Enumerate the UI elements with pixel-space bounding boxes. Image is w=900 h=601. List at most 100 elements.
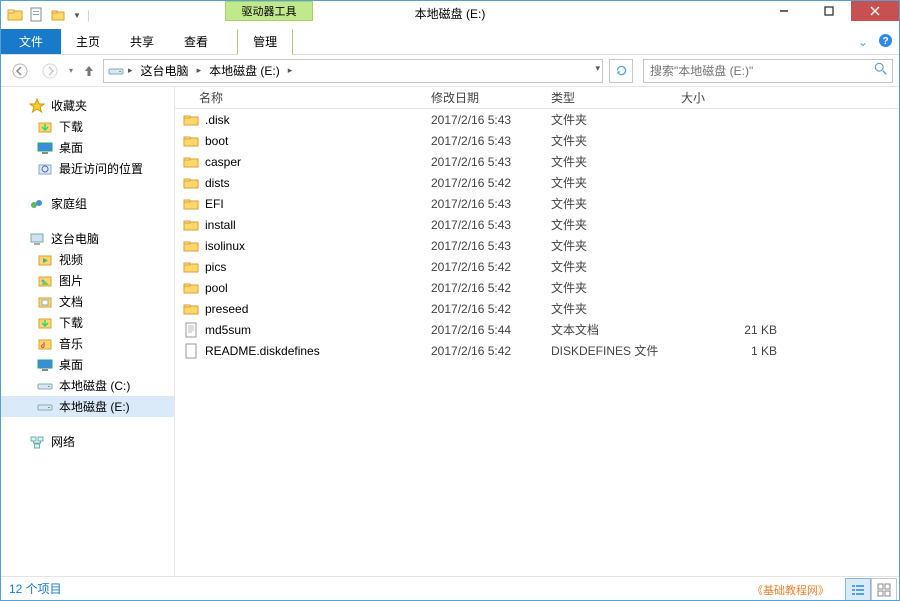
file-row[interactable]: casper2017/2/16 5:43文件夹 bbox=[175, 151, 899, 172]
recent-icon bbox=[37, 161, 53, 177]
star-icon bbox=[29, 98, 45, 114]
tree-desktop[interactable]: 桌面 bbox=[1, 137, 174, 158]
tree-music[interactable]: 音乐 bbox=[1, 333, 174, 354]
tree-favorites[interactable]: 收藏夹 bbox=[1, 95, 174, 116]
tree-documents[interactable]: 文档 bbox=[1, 291, 174, 312]
statusbar: 12 个项目 《基础教程网》 bbox=[1, 576, 899, 600]
file-name: .disk bbox=[205, 113, 230, 127]
file-row[interactable]: install2017/2/16 5:43文件夹 bbox=[175, 214, 899, 235]
expand-ribbon-icon[interactable]: ⌄ bbox=[858, 35, 868, 49]
file-row[interactable]: md5sum2017/2/16 5:44文本文档21 KB bbox=[175, 319, 899, 340]
properties-icon[interactable] bbox=[29, 7, 45, 23]
network-icon bbox=[29, 434, 45, 450]
file-type: 文件夹 bbox=[551, 111, 681, 128]
column-headers[interactable]: 名称 修改日期 类型 大小 bbox=[175, 87, 899, 109]
tab-manage[interactable]: 管理 bbox=[237, 29, 293, 55]
explorer-window: ▼ | 驱动器工具 本地磁盘 (E:) 文件 主页 共享 查看 管理 ⌄ ? ▾ bbox=[0, 0, 900, 601]
search-box[interactable] bbox=[643, 59, 893, 83]
file-name: EFI bbox=[205, 197, 224, 211]
tree-label: 家庭组 bbox=[51, 195, 87, 212]
desktop-icon bbox=[37, 357, 53, 373]
file-row[interactable]: dists2017/2/16 5:42文件夹 bbox=[175, 172, 899, 193]
file-icon bbox=[183, 322, 199, 338]
tree-downloads[interactable]: 下载 bbox=[1, 116, 174, 137]
file-name: pool bbox=[205, 281, 228, 295]
minimize-button[interactable] bbox=[761, 1, 806, 21]
tab-share[interactable]: 共享 bbox=[115, 29, 169, 54]
col-name[interactable]: 名称 bbox=[183, 89, 431, 106]
file-row[interactable]: pool2017/2/16 5:42文件夹 bbox=[175, 277, 899, 298]
tab-file[interactable]: 文件 bbox=[1, 29, 61, 54]
chevron-right-icon[interactable]: ▸ bbox=[195, 65, 204, 76]
file-type: DISKDEFINES 文件 bbox=[551, 342, 681, 359]
chevron-right-icon[interactable]: ▸ bbox=[286, 65, 295, 76]
file-row[interactable]: EFI2017/2/16 5:43文件夹 bbox=[175, 193, 899, 214]
tree-homegroup[interactable]: 家庭组 bbox=[1, 193, 174, 214]
col-date[interactable]: 修改日期 bbox=[431, 89, 551, 106]
tree-pictures[interactable]: 图片 bbox=[1, 270, 174, 291]
forward-button[interactable] bbox=[37, 58, 63, 84]
file-date: 2017/2/16 5:43 bbox=[431, 155, 551, 169]
tree-recent[interactable]: 最近访问的位置 bbox=[1, 158, 174, 179]
folder-icon bbox=[183, 154, 199, 170]
back-button[interactable] bbox=[7, 58, 33, 84]
file-row[interactable]: isolinux2017/2/16 5:43文件夹 bbox=[175, 235, 899, 256]
nav-tree[interactable]: 收藏夹 下载 桌面 最近访问的位置 bbox=[1, 87, 175, 576]
breadcrumb-dropdown-icon[interactable]: ▾ bbox=[595, 63, 600, 74]
help-icon[interactable]: ? bbox=[878, 33, 893, 51]
file-row[interactable]: boot2017/2/16 5:43文件夹 bbox=[175, 130, 899, 151]
file-row[interactable]: pics2017/2/16 5:42文件夹 bbox=[175, 256, 899, 277]
col-type[interactable]: 类型 bbox=[551, 89, 681, 106]
titlebar: ▼ | 驱动器工具 本地磁盘 (E:) bbox=[1, 1, 899, 29]
qat-dropdown-icon[interactable]: ▼ bbox=[73, 11, 81, 20]
maximize-button[interactable] bbox=[806, 1, 851, 21]
breadcrumb-location[interactable]: 本地磁盘 (E:) bbox=[205, 62, 284, 79]
drive-tools-tab[interactable]: 驱动器工具 bbox=[225, 1, 313, 21]
close-button[interactable] bbox=[851, 1, 899, 21]
watermark: 《基础教程网》 bbox=[752, 582, 829, 598]
file-type: 文件夹 bbox=[551, 258, 681, 275]
tab-view[interactable]: 查看 bbox=[169, 29, 223, 54]
tree-computer[interactable]: 这台电脑 bbox=[1, 228, 174, 249]
search-icon[interactable] bbox=[874, 62, 888, 79]
homegroup-icon bbox=[29, 196, 45, 212]
file-date: 2017/2/16 5:42 bbox=[431, 344, 551, 358]
breadcrumb[interactable]: ▸ 这台电脑 ▸ 本地磁盘 (E:) ▸ ▾ bbox=[103, 59, 603, 83]
folder-icon bbox=[183, 217, 199, 233]
folder-icon bbox=[183, 259, 199, 275]
item-count: 12 个项目 bbox=[9, 580, 62, 597]
folder-icon bbox=[183, 238, 199, 254]
tree-drive-c[interactable]: 本地磁盘 (C:) bbox=[1, 375, 174, 396]
file-row[interactable]: preseed2017/2/16 5:42文件夹 bbox=[175, 298, 899, 319]
tree-label: 本地磁盘 (E:) bbox=[59, 398, 130, 415]
tree-drive-e[interactable]: 本地磁盘 (E:) bbox=[1, 396, 174, 417]
file-date: 2017/2/16 5:43 bbox=[431, 134, 551, 148]
new-folder-icon[interactable] bbox=[51, 7, 67, 23]
tree-network[interactable]: 网络 bbox=[1, 431, 174, 452]
tree-label: 这台电脑 bbox=[51, 230, 99, 247]
history-dropdown-icon[interactable]: ▾ bbox=[67, 66, 75, 75]
drive-icon bbox=[37, 378, 53, 394]
breadcrumb-computer[interactable]: 这台电脑 bbox=[137, 62, 193, 79]
up-button[interactable] bbox=[79, 58, 99, 84]
tab-home[interactable]: 主页 bbox=[61, 29, 115, 54]
search-input[interactable] bbox=[648, 63, 888, 79]
download-icon bbox=[37, 119, 53, 135]
tree-label: 音乐 bbox=[59, 335, 83, 352]
view-details-button[interactable] bbox=[845, 578, 871, 600]
file-name: casper bbox=[205, 155, 241, 169]
folder-icon bbox=[183, 112, 199, 128]
tree-videos[interactable]: 视频 bbox=[1, 249, 174, 270]
tree-desktop2[interactable]: 桌面 bbox=[1, 354, 174, 375]
file-row[interactable]: .disk2017/2/16 5:43文件夹 bbox=[175, 109, 899, 130]
refresh-button[interactable] bbox=[609, 59, 633, 83]
col-size[interactable]: 大小 bbox=[681, 89, 801, 106]
view-icons-button[interactable] bbox=[871, 578, 897, 600]
file-date: 2017/2/16 5:42 bbox=[431, 281, 551, 295]
chevron-right-icon[interactable]: ▸ bbox=[126, 65, 135, 76]
folder-icon bbox=[7, 7, 23, 23]
tree-label: 图片 bbox=[59, 272, 83, 289]
tree-downloads2[interactable]: 下载 bbox=[1, 312, 174, 333]
file-row[interactable]: README.diskdefines2017/2/16 5:42DISKDEFI… bbox=[175, 340, 899, 361]
file-name: isolinux bbox=[205, 239, 245, 253]
